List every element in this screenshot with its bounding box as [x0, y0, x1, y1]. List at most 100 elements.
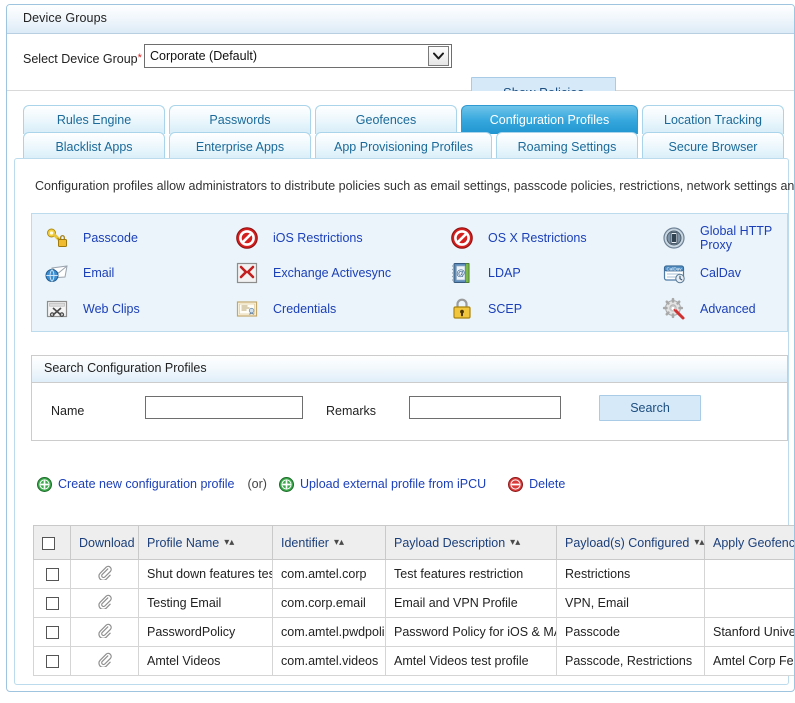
search-panel-title: Search Configuration Profiles [44, 361, 207, 375]
row-apply-geofencing: Stanford University [705, 618, 795, 647]
profile-type-label: Web Clips [83, 302, 140, 316]
delete-profile-link[interactable]: Delete [508, 477, 565, 492]
column-header-identifier-label: Identifier [281, 536, 329, 550]
tab-rules-engine[interactable]: Rules Engine [23, 105, 165, 134]
tab-secure-browser[interactable]: Secure Browser [642, 132, 784, 161]
row-payload-description: Email and VPN Profile [386, 589, 557, 618]
column-header-payload-description[interactable]: Payload Description ▾▴ [386, 526, 557, 560]
column-header-identifier[interactable]: Identifier ▾▴ [273, 526, 386, 560]
paperclip-icon[interactable] [97, 623, 112, 641]
row-checkbox[interactable] [46, 597, 59, 610]
tab-roaming-settings[interactable]: Roaming Settings [496, 132, 638, 161]
sort-icon[interactable]: ▾▴ [334, 538, 344, 548]
sort-icon[interactable]: ▾▴ [224, 538, 234, 548]
row-identifier: com.corp.email [273, 589, 386, 618]
profile-type-label: Passcode [83, 231, 138, 245]
profile-type-label: iOS Restrictions [273, 231, 363, 245]
tab-app-provisioning-profiles[interactable]: App Provisioning Profiles [315, 132, 492, 161]
profile-type-global-http-proxy[interactable]: Global HTTP Proxy [661, 220, 795, 256]
tab-enterprise-apps[interactable]: Enterprise Apps [169, 132, 311, 161]
row-payloads-configured: Restrictions [557, 560, 705, 589]
profile-type-osx-restrictions[interactable]: OS X Restrictions [449, 220, 661, 256]
profile-type-label: Exchange Activesync [273, 266, 391, 280]
tab-location-tracking[interactable]: Location Tracking [642, 105, 784, 134]
profile-type-web-clips[interactable]: Web Clips [44, 291, 234, 327]
search-name-label: Name [51, 404, 84, 418]
profile-type-advanced[interactable]: Advanced [661, 291, 795, 327]
table-row[interactable]: Testing Email com.corp.email Email and V… [34, 589, 795, 618]
profile-type-exchange-activesync[interactable]: Exchange Activesync [234, 256, 449, 292]
email-globe-icon [44, 260, 70, 286]
certificate-icon [234, 296, 260, 322]
row-download-cell [71, 618, 139, 647]
table-row[interactable]: Amtel Videos com.amtel.videos Amtel Vide… [34, 647, 795, 676]
tab-passwords[interactable]: Passwords [169, 105, 311, 134]
tab-blacklist-apps[interactable]: Blacklist Apps [23, 132, 165, 161]
table-body: Shut down features test com.amtel.corp T… [34, 560, 795, 676]
profile-type-ldap[interactable]: @ LDAP [449, 256, 661, 292]
tab-geofences[interactable]: Geofences [315, 105, 457, 134]
paperclip-icon[interactable] [97, 652, 112, 670]
no-entry-icon [449, 225, 475, 251]
search-button[interactable]: Search [599, 395, 701, 421]
padlock-icon [449, 296, 475, 322]
table-header-row: Download Profile Name ▾▴ Identifier ▾▴ Pay… [34, 526, 795, 560]
profile-type-email[interactable]: Email [44, 256, 234, 292]
tab-configuration-profiles[interactable]: Configuration Profiles [461, 105, 638, 134]
sort-icon[interactable]: ▾▴ [694, 538, 704, 548]
key-lock-icon [44, 225, 70, 251]
profile-type-label: Email [83, 266, 114, 280]
device-group-select[interactable]: Corporate (Default) [144, 44, 452, 68]
row-profile-name: PasswordPolicy [139, 618, 273, 647]
device-group-selector-row: Select Device Group* Corporate (Default)… [7, 34, 795, 91]
row-identifier: com.amtel.corp [273, 560, 386, 589]
column-header-payloads-configured[interactable]: Payload(s) Configured▾▴ [557, 526, 705, 560]
row-payloads-configured: Passcode [557, 618, 705, 647]
profile-type-label: Global HTTP Proxy [700, 224, 795, 252]
row-checkbox[interactable] [46, 626, 59, 639]
configuration-profiles-table: Download Profile Name ▾▴ Identifier ▾▴ Pay… [33, 525, 795, 676]
add-circle-green-icon [279, 477, 294, 492]
row-payloads-configured: VPN, Email [557, 589, 705, 618]
table-row[interactable]: Shut down features test com.amtel.corp T… [34, 560, 795, 589]
row-checkbox[interactable] [46, 568, 59, 581]
paperclip-icon[interactable] [97, 594, 112, 612]
table-row[interactable]: PasswordPolicy com.amtel.pwdpolicy Passw… [34, 618, 795, 647]
proxy-globe-icon [661, 225, 687, 251]
column-header-download[interactable]: Download [71, 526, 139, 560]
search-remarks-input[interactable] [409, 396, 561, 419]
configuration-profiles-content: Configuration profiles allow administrat… [14, 158, 789, 685]
panel-title: Device Groups [23, 11, 107, 25]
row-apply-geofencing [705, 589, 795, 618]
create-new-configuration-profile-link[interactable]: Create new configuration profile [37, 477, 235, 492]
row-checkbox[interactable] [46, 655, 59, 668]
row-profile-name: Shut down features test [139, 560, 273, 589]
profile-type-credentials[interactable]: Credentials [234, 291, 449, 327]
svg-text:@: @ [456, 268, 465, 278]
table-header: Download Profile Name ▾▴ Identifier ▾▴ Pay… [34, 526, 795, 560]
delete-label: Delete [529, 477, 565, 491]
profile-type-caldav[interactable]: CalDav CalDav [661, 256, 795, 292]
column-header-payload-description-label: Payload Description [394, 536, 505, 550]
profile-type-label: Advanced [700, 302, 756, 316]
upload-external-profile-link[interactable]: Upload external profile from iPCU [279, 477, 486, 492]
profile-type-ios-restrictions[interactable]: iOS Restrictions [234, 220, 449, 256]
column-header-profile-name-label: Profile Name [147, 536, 219, 550]
search-name-input[interactable] [145, 396, 303, 419]
device-groups-panel: Device Groups Select Device Group* Corpo… [6, 4, 795, 692]
select-all-checkbox[interactable] [42, 537, 55, 550]
profile-type-label: OS X Restrictions [488, 231, 587, 245]
paperclip-icon[interactable] [97, 565, 112, 583]
no-entry-icon [234, 225, 260, 251]
column-header-profile-name[interactable]: Profile Name ▾▴ [139, 526, 273, 560]
tab-strip: Rules Engine Passwords Geofences Configu… [7, 91, 795, 158]
profiles-table-container: Download Profile Name ▾▴ Identifier ▾▴ Pay… [33, 525, 795, 676]
profile-type-passcode[interactable]: Passcode [44, 220, 234, 256]
row-apply-geofencing [705, 560, 795, 589]
column-header-apply-geofencing[interactable]: Apply Geofencing [705, 526, 795, 560]
profile-type-scep[interactable]: SCEP [449, 291, 661, 327]
profile-type-grid: Passcode iOS Restrictions [32, 214, 789, 333]
row-identifier: com.amtel.videos [273, 647, 386, 676]
row-payload-description: Password Policy for iOS & MAC [386, 618, 557, 647]
sort-icon[interactable]: ▾▴ [510, 538, 520, 548]
